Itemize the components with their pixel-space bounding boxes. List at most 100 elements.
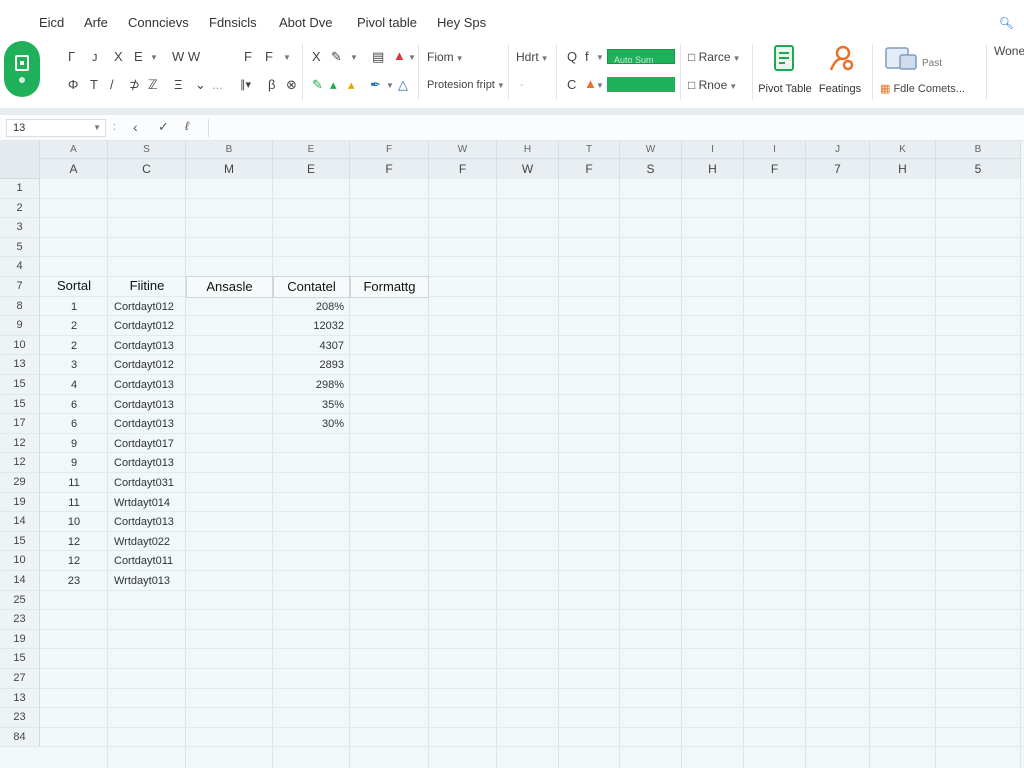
row-header[interactable]: 19 [0, 492, 40, 513]
cell-contatel[interactable]: 35% [273, 398, 344, 412]
font-size-box[interactable]: W W [172, 50, 200, 64]
row-header[interactable]: 15 [0, 531, 40, 552]
menu-item-2[interactable]: Arfe [84, 15, 108, 30]
menu-item-4[interactable]: Fdnsicls [209, 15, 257, 30]
row-header[interactable]: 10 [0, 335, 40, 356]
cell-sortal[interactable]: 6 [40, 398, 108, 412]
chevron-down-icon[interactable]: ▼ [283, 51, 291, 65]
cell-sortal[interactable]: 9 [40, 456, 108, 470]
font-color-icon[interactable]: β [268, 78, 275, 92]
cell-fiitine[interactable]: Cortdayt031 [114, 476, 174, 490]
cell-fiitine[interactable]: Cortdayt013 [114, 398, 174, 412]
wone-label[interactable]: Wone [994, 44, 1024, 58]
font-icon-11[interactable]: ℤ [148, 78, 158, 92]
row-header[interactable]: 25 [0, 590, 40, 611]
chevron-down-icon[interactable]: ▼ [150, 51, 158, 65]
menu-item-6[interactable]: Pivol table [357, 15, 417, 30]
menu-item-3[interactable]: Conncievs [128, 15, 189, 30]
cut-icon[interactable]: X [312, 50, 321, 64]
rnoe-dropdown[interactable]: □ Rnoe ▼ [688, 78, 737, 94]
table-header-cell[interactable]: Sortal [40, 276, 108, 298]
row-header[interactable]: 17 [0, 414, 40, 434]
menu-item-5[interactable]: Abot Dve [279, 15, 332, 30]
paste-icon[interactable] [885, 46, 919, 72]
chevron-down-icon[interactable]: ▼ [386, 79, 394, 93]
row-header[interactable]: 19 [0, 629, 40, 650]
confirm-icon[interactable]: ✓ [158, 119, 169, 135]
column-header[interactable]: BM [186, 141, 273, 179]
column-header[interactable]: IH [682, 141, 744, 179]
column-header[interactable]: TF [559, 141, 620, 179]
cell-sortal[interactable]: 12 [40, 535, 108, 549]
row-header[interactable]: 7 [0, 277, 40, 297]
column-header[interactable]: KH [870, 141, 936, 179]
align-icon[interactable]: Ξ [174, 78, 182, 92]
pivot-table-button[interactable]: Pivot Table [756, 44, 814, 95]
cell-sortal[interactable]: 6 [40, 417, 108, 431]
table-header-cell[interactable]: Fiitine [108, 276, 186, 298]
row-header[interactable]: 12 [0, 433, 40, 454]
row-header[interactable]: 23 [0, 610, 40, 630]
chevron-down-icon[interactable]: ▼ [350, 51, 358, 65]
features-button[interactable]: Featings [814, 44, 866, 95]
column-header[interactable]: EE [273, 141, 350, 179]
more-icon[interactable]: ... [212, 78, 223, 92]
cell-sortal[interactable]: 12 [40, 554, 108, 568]
font-icon-2[interactable]: ᴊ [92, 50, 98, 64]
cell-fiitine[interactable]: Cortdayt012 [114, 319, 174, 333]
row-header[interactable]: 12 [0, 453, 40, 473]
row-header[interactable]: 2 [0, 198, 40, 219]
cell-sortal[interactable]: 2 [40, 339, 108, 353]
row-header[interactable]: 3 [0, 218, 40, 238]
eraser-icon[interactable]: ⊗ [286, 78, 297, 92]
cell-sortal[interactable]: 9 [40, 437, 108, 451]
text-yellow-icon[interactable]: ▴ [348, 78, 355, 92]
column-header[interactable]: AA [40, 141, 108, 179]
column-header[interactable]: WF [429, 141, 497, 179]
app-logo-button[interactable] [4, 41, 40, 97]
cell-fiitine[interactable]: Cortdayt017 [114, 437, 174, 451]
row-header[interactable]: 23 [0, 708, 40, 728]
table-header-cell[interactable]: Formattg [350, 276, 429, 298]
cell-contatel[interactable]: 30% [273, 417, 344, 431]
font-icon-10[interactable]: ⊅ [129, 78, 140, 92]
protection-dropdown[interactable]: Protesion fript ▼ [427, 78, 505, 93]
row-header[interactable]: 14 [0, 512, 40, 532]
cell-fiitine[interactable]: Cortdayt013 [114, 378, 174, 392]
formula-input[interactable] [208, 119, 1018, 137]
cell-fiitine[interactable]: Wrtdayt013 [114, 574, 170, 588]
cell-fiitine[interactable]: Cortdayt012 [114, 300, 174, 314]
font-icon-9[interactable]: / [110, 78, 114, 92]
row-header[interactable]: 10 [0, 551, 40, 571]
chevron-down-icon[interactable]: ▼ [596, 51, 604, 65]
function-icon[interactable]: f [585, 50, 589, 64]
font-icon-3[interactable]: X [114, 50, 123, 64]
table-header-cell[interactable]: Ansasle [186, 276, 273, 298]
cell-sortal[interactable]: 11 [40, 476, 108, 490]
row-header[interactable]: 84 [0, 727, 40, 748]
highlight-icon[interactable]: ✎ [312, 78, 323, 92]
format-icon[interactable]: ∥▾ [240, 78, 251, 92]
row-header[interactable]: 5 [0, 237, 40, 258]
row-header[interactable]: 14 [0, 571, 40, 591]
cell-contatel[interactable]: 2893 [273, 358, 344, 372]
pen-icon[interactable]: ✒ [370, 78, 381, 92]
cell-fiitine[interactable]: Cortdayt013 [114, 456, 174, 470]
search-icon[interactable]: 🔍︎ [999, 16, 1014, 30]
row-header[interactable]: 1 [0, 179, 40, 199]
row-header[interactable]: 13 [0, 355, 40, 375]
row-header[interactable]: 4 [0, 257, 40, 277]
cell-contatel[interactable]: 298% [273, 378, 344, 392]
cell-sortal[interactable]: 4 [40, 378, 108, 392]
row-header[interactable]: 15 [0, 375, 40, 395]
font-icon-5[interactable]: F [244, 50, 252, 64]
font-icon-8[interactable]: T [90, 78, 98, 92]
text-green-icon[interactable]: ▴ [330, 78, 337, 92]
column-header[interactable]: IF [744, 141, 806, 179]
column-header[interactable]: B5 [936, 141, 1021, 179]
cell-fiitine[interactable]: Cortdayt012 [114, 358, 174, 372]
cell-sortal[interactable]: 3 [40, 358, 108, 372]
paste-label[interactable]: Past [922, 57, 942, 71]
cell-contatel[interactable]: 4307 [273, 339, 344, 353]
fire-icon[interactable]: ▲ [584, 77, 597, 91]
